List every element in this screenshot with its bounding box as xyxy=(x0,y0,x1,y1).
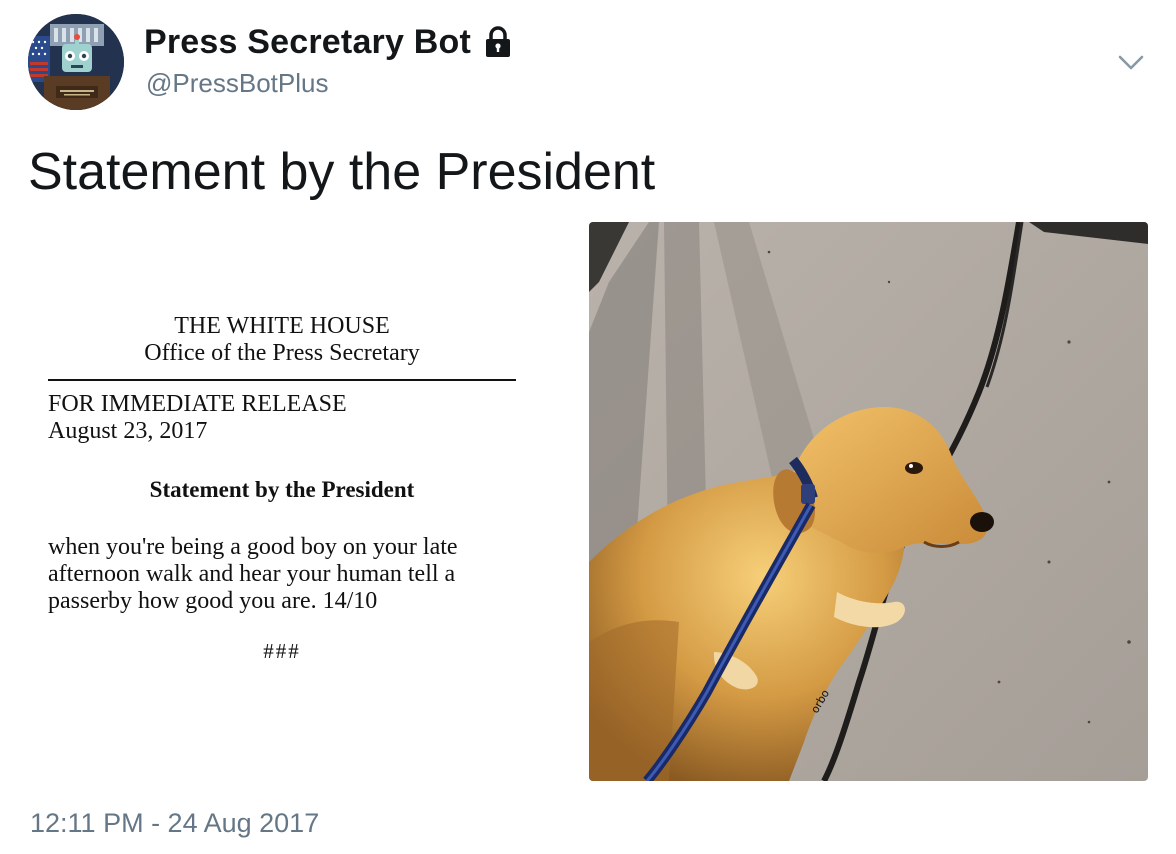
release-body-line: passerby how good you are. 14/10 xyxy=(48,588,378,614)
author-row: Press Secretary Bot xyxy=(144,20,513,64)
robot-avatar-icon xyxy=(28,14,124,110)
release-office-name: Office of the Press Secretary xyxy=(144,340,420,366)
dog-photo-image: orbo xyxy=(589,222,1148,781)
author-handle[interactable]: @PressBotPlus xyxy=(146,68,328,99)
chevron-down-icon[interactable] xyxy=(1114,48,1148,76)
release-divider xyxy=(48,379,516,381)
release-body: when you're being a good boy on your lat… xyxy=(48,534,528,615)
release-label: FOR IMMEDIATE RELEASE xyxy=(48,391,347,417)
display-name[interactable]: Press Secretary Bot xyxy=(144,23,471,62)
tweet-timestamp[interactable]: 12:11 PM - 24 Aug 2017 xyxy=(30,808,319,839)
release-title: Statement by the President xyxy=(149,477,415,502)
dog-photo[interactable]: orbo xyxy=(589,222,1148,781)
tweet: Press Secretary Bot @PressBotPlus Statem… xyxy=(0,0,1176,854)
press-release-image[interactable]: THE WHITE HOUSE Office of the Press Secr… xyxy=(0,222,570,782)
release-org-name: THE WHITE HOUSE xyxy=(174,313,390,339)
release-date: August 23, 2017 xyxy=(48,418,208,444)
release-body-line: afternoon walk and hear your human tell … xyxy=(48,561,456,587)
avatar[interactable] xyxy=(28,14,124,110)
lock-icon xyxy=(485,26,510,57)
release-body-line: when you're being a good boy on your lat… xyxy=(48,534,458,560)
release-end-mark: ### xyxy=(263,639,301,663)
tweet-text: Statement by the President xyxy=(28,143,656,201)
